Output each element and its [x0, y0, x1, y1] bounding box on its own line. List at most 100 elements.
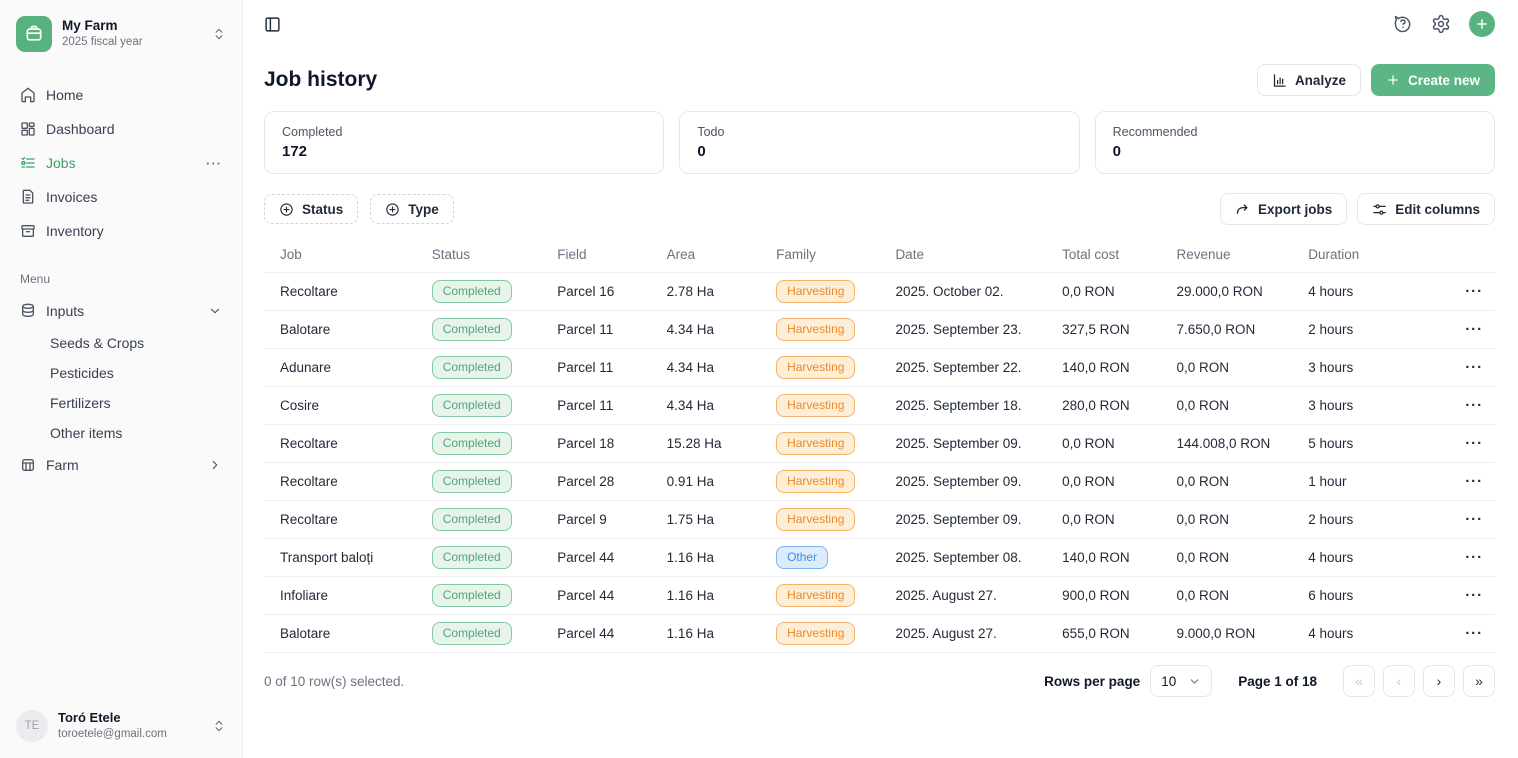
- table-row[interactable]: Infoliare Completed Parcel 44 1.16 Ha Ha…: [264, 577, 1495, 615]
- col-header-field[interactable]: Field: [541, 239, 650, 273]
- rows-per-page-select[interactable]: 10: [1150, 665, 1212, 697]
- edit-columns-button[interactable]: Edit columns: [1357, 193, 1495, 225]
- table-row[interactable]: Cosire Completed Parcel 11 4.34 Ha Harve…: [264, 387, 1495, 425]
- col-header-date[interactable]: Date: [879, 239, 1046, 273]
- date-cell: 2025. September 09.: [879, 501, 1046, 539]
- family-cell: Harvesting: [760, 349, 879, 387]
- area-cell: 1.16 Ha: [651, 539, 760, 577]
- area-cell: 2.78 Ha: [651, 273, 760, 311]
- sidebar-item-jobs[interactable]: Jobs ···: [12, 146, 230, 180]
- area-cell: 1.75 Ha: [651, 501, 760, 539]
- row-actions-button[interactable]: ···: [1461, 509, 1487, 530]
- table-row[interactable]: Recoltare Completed Parcel 28 0.91 Ha Ha…: [264, 463, 1495, 501]
- family-badge: Harvesting: [776, 622, 855, 646]
- family-cell: Other: [760, 539, 879, 577]
- prev-page-button[interactable]: ‹: [1383, 665, 1415, 697]
- analyze-button[interactable]: Analyze: [1257, 64, 1361, 96]
- status-badge: Completed: [432, 394, 512, 418]
- help-icon[interactable]: [1393, 14, 1413, 34]
- sidebar-item-label: Farm: [46, 457, 198, 473]
- revenue-cell: 0,0 RON: [1160, 349, 1292, 387]
- table-row[interactable]: Recoltare Completed Parcel 18 15.28 Ha H…: [264, 425, 1495, 463]
- status-filter-button[interactable]: Status: [264, 194, 358, 224]
- table-row[interactable]: Recoltare Completed Parcel 16 2.78 Ha Ha…: [264, 273, 1495, 311]
- sidebar-item-fertilizers[interactable]: Fertilizers: [12, 388, 230, 418]
- jobs-list-icon: [20, 155, 36, 171]
- row-actions-button[interactable]: ···: [1461, 547, 1487, 568]
- chevron-down-icon: [1188, 675, 1201, 688]
- type-filter-button[interactable]: Type: [370, 194, 454, 224]
- row-actions-button[interactable]: ···: [1461, 319, 1487, 340]
- sidebar-item-inventory[interactable]: Inventory: [12, 214, 230, 248]
- job-cell: Infoliare: [264, 577, 416, 615]
- sidebar-item-seeds-crops[interactable]: Seeds & Crops: [12, 328, 230, 358]
- export-jobs-button[interactable]: Export jobs: [1220, 193, 1347, 225]
- row-actions-button[interactable]: ···: [1461, 395, 1487, 416]
- table-row[interactable]: Adunare Completed Parcel 11 4.34 Ha Harv…: [264, 349, 1495, 387]
- farm-switcher[interactable]: My Farm 2025 fiscal year: [12, 12, 230, 56]
- family-cell: Harvesting: [760, 273, 879, 311]
- revenue-cell: 7.650,0 RON: [1160, 311, 1292, 349]
- edit-columns-label: Edit columns: [1395, 202, 1480, 217]
- sidebar-item-farm[interactable]: Farm: [12, 448, 230, 482]
- row-actions-button[interactable]: ···: [1461, 281, 1487, 302]
- actions-cell: ···: [1445, 387, 1495, 425]
- table-footer: 0 of 10 row(s) selected. Rows per page 1…: [264, 665, 1495, 697]
- col-header-total-cost[interactable]: Total cost: [1046, 239, 1160, 273]
- user-menu[interactable]: TE Toró Etele toroetele@gmail.com: [12, 704, 230, 748]
- date-cell: 2025. September 23.: [879, 311, 1046, 349]
- dashboard-grid-icon: [20, 121, 36, 137]
- farm-name: My Farm: [62, 18, 202, 35]
- col-header-revenue[interactable]: Revenue: [1160, 239, 1292, 273]
- table-row[interactable]: Balotare Completed Parcel 44 1.16 Ha Har…: [264, 615, 1495, 653]
- stat-value: 0: [697, 143, 1061, 160]
- total-cost-cell: 140,0 RON: [1046, 349, 1160, 387]
- col-header-duration[interactable]: Duration: [1292, 239, 1445, 273]
- jobs-more-button[interactable]: ···: [206, 156, 222, 171]
- first-page-button[interactable]: «: [1343, 665, 1375, 697]
- sidebar-item-other-items[interactable]: Other items: [12, 418, 230, 448]
- sidebar-item-invoices[interactable]: Invoices: [12, 180, 230, 214]
- col-header-status[interactable]: Status: [416, 239, 542, 273]
- circle-plus-icon: [279, 202, 294, 217]
- col-header-family[interactable]: Family: [760, 239, 879, 273]
- sidebar-item-dashboard[interactable]: Dashboard: [12, 112, 230, 146]
- total-cost-cell: 900,0 RON: [1046, 577, 1160, 615]
- row-actions-button[interactable]: ···: [1461, 433, 1487, 454]
- next-page-button[interactable]: ›: [1423, 665, 1455, 697]
- table-row[interactable]: Balotare Completed Parcel 11 4.34 Ha Har…: [264, 311, 1495, 349]
- field-cell: Parcel 44: [541, 615, 650, 653]
- total-cost-cell: 140,0 RON: [1046, 539, 1160, 577]
- stat-value: 0: [1113, 143, 1477, 160]
- table-row[interactable]: Recoltare Completed Parcel 9 1.75 Ha Har…: [264, 501, 1495, 539]
- sidebar-toggle-button[interactable]: [264, 16, 281, 33]
- inventory-box-icon: [20, 223, 36, 239]
- status-cell: Completed: [416, 425, 542, 463]
- actions-cell: ···: [1445, 349, 1495, 387]
- sidebar-item-home[interactable]: Home: [12, 78, 230, 112]
- row-actions-button[interactable]: ···: [1461, 585, 1487, 606]
- duration-cell: 6 hours: [1292, 577, 1445, 615]
- quick-add-button[interactable]: [1469, 11, 1495, 37]
- create-new-button[interactable]: Create new: [1371, 64, 1495, 96]
- stat-card-recommended: Recommended 0: [1095, 111, 1495, 174]
- row-actions-button[interactable]: ···: [1461, 471, 1487, 492]
- date-cell: 2025. September 08.: [879, 539, 1046, 577]
- row-actions-button[interactable]: ···: [1461, 357, 1487, 378]
- sidebar-item-pesticides[interactable]: Pesticides: [12, 358, 230, 388]
- stat-label: Completed: [282, 125, 646, 139]
- status-cell: Completed: [416, 349, 542, 387]
- settings-gear-icon[interactable]: [1431, 14, 1451, 34]
- job-cell: Balotare: [264, 615, 416, 653]
- col-header-job[interactable]: Job: [264, 239, 416, 273]
- job-cell: Recoltare: [264, 425, 416, 463]
- sidebar-item-label: Inventory: [46, 223, 222, 239]
- row-actions-button[interactable]: ···: [1461, 623, 1487, 644]
- family-cell: Harvesting: [760, 425, 879, 463]
- col-header-area[interactable]: Area: [651, 239, 760, 273]
- table-row[interactable]: Transport baloți Completed Parcel 44 1.1…: [264, 539, 1495, 577]
- sidebar-item-inputs[interactable]: Inputs: [12, 294, 230, 328]
- last-page-button[interactable]: »: [1463, 665, 1495, 697]
- chevron-right-icon: [208, 458, 222, 472]
- family-cell: Harvesting: [760, 311, 879, 349]
